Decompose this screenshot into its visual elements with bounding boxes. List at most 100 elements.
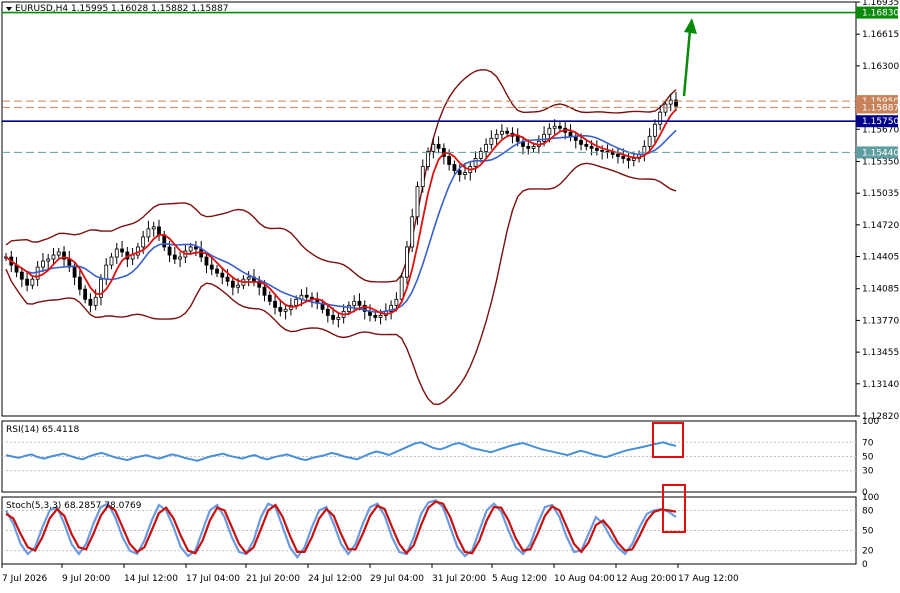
candle-body (51, 254, 56, 260)
stoch-tick-label: 100 (862, 493, 879, 503)
candle-body (357, 300, 362, 306)
candle-body (141, 236, 146, 248)
candle-body (72, 266, 77, 278)
candle-body (262, 286, 267, 296)
candle-body (294, 298, 299, 306)
candle-body (426, 151, 430, 167)
candle-body (500, 130, 504, 135)
candle-body (30, 278, 35, 286)
candle-body (304, 294, 309, 298)
time-tick-label: 5 Aug 12:00 (492, 574, 547, 584)
candle-body (378, 314, 383, 318)
candle-body (162, 234, 167, 248)
candle-body (209, 264, 214, 270)
price-tick-label: 1.14085 (862, 285, 899, 295)
time-tick-label: 31 Jul 20:00 (432, 574, 486, 584)
candle-body (647, 135, 652, 147)
candle-body (568, 131, 573, 137)
chart-window[interactable]: 1.16935 1.16615 1.16300 1.15670 1.15350 1.150… (0, 0, 900, 593)
candle-body (663, 103, 668, 113)
time-tick-label: 9 Jul 20:00 (62, 574, 111, 584)
candle-body (225, 276, 230, 282)
candle-body (267, 294, 272, 302)
candle-body (331, 314, 335, 320)
price-tick-label: 1.15035 (862, 189, 899, 199)
candle-body (114, 248, 119, 258)
candle-body (109, 256, 114, 266)
stoch-tick-label: 80 (862, 506, 874, 516)
candle-body (46, 258, 51, 262)
candle-body (230, 280, 235, 288)
candle-body (172, 254, 177, 260)
candle-body (104, 264, 109, 280)
price-level-label: 1.15750 (862, 117, 899, 127)
main-panel (1, 1, 857, 417)
candle-body (552, 125, 557, 129)
candle-body (146, 228, 151, 238)
candle-body (431, 143, 436, 152)
candle-body (589, 145, 594, 149)
time-tick-label: 29 Jul 04:00 (370, 574, 424, 584)
chart-header: EURUSD,H4 1.15995 1.16028 1.15882 1.1588… (15, 4, 228, 14)
candle-body (420, 166, 425, 188)
candle-body (19, 271, 24, 280)
candle-body (246, 276, 251, 280)
candle-body (25, 278, 30, 286)
candle-body (77, 276, 82, 290)
stoch-tick-label: 0 (862, 560, 868, 570)
rsi-tick-label: 30 (862, 467, 874, 477)
candle-body (616, 154, 620, 157)
time-tick-label: 14 Jul 12:00 (124, 574, 178, 584)
candle-body (325, 308, 330, 316)
candle-body (405, 246, 409, 278)
candle-body (83, 288, 88, 300)
time-tick-label: 12 Aug 20:00 (616, 574, 677, 584)
candle-body (494, 133, 499, 139)
candle-body (452, 164, 457, 171)
price-level-label: 1.15887 (862, 103, 899, 113)
candle-body (93, 296, 98, 306)
price-tick-label: 1.13140 (862, 380, 899, 390)
candle-body (236, 284, 241, 288)
price-tick-label: 1.16300 (862, 62, 899, 72)
candle-body (410, 216, 415, 248)
rsi-tick-label: 100 (862, 417, 879, 427)
candle-body (484, 143, 488, 152)
candle-body (336, 317, 341, 320)
time-tick-label: 7 Jul 2026 (2, 574, 47, 584)
time-tick-label: 24 Jul 12:00 (308, 574, 362, 584)
candle-body (347, 304, 351, 312)
rsi-tick-label: 70 (862, 438, 874, 448)
candle-body (594, 147, 599, 151)
candle-body (652, 123, 657, 137)
candle-body (631, 158, 636, 161)
candle-body (352, 300, 357, 306)
candle-body (463, 172, 467, 175)
candle-body (658, 111, 663, 125)
candle-body (600, 149, 605, 152)
candle-body (415, 186, 420, 218)
candle-body (220, 272, 225, 278)
candle-body (478, 151, 483, 159)
time-tick-label: 17 Jul 04:00 (186, 574, 240, 584)
candle-body (626, 158, 631, 161)
candle-body (283, 308, 288, 312)
candle-body (394, 298, 399, 306)
price-tick-label: 1.13455 (862, 348, 899, 358)
chart-canvas[interactable]: 1.169351.166151.163001.156701.153501.150… (0, 0, 900, 593)
price-level-label: 1.15440 (862, 148, 899, 158)
candle-body (167, 246, 172, 256)
price-level-label: 1.16830 (862, 9, 899, 19)
candle-body (610, 152, 615, 155)
candle-body (157, 226, 161, 236)
candle-body (56, 251, 61, 256)
stoch-tick-label: 20 (862, 547, 874, 557)
candle-body (399, 276, 404, 300)
price-tick-label: 1.14720 (862, 221, 899, 231)
candle-body (178, 256, 182, 260)
candle-body (457, 170, 462, 175)
candle-body (505, 130, 510, 134)
time-tick-label: 21 Jul 20:00 (246, 574, 300, 584)
candle-body (120, 248, 124, 253)
price-tick-label: 1.15350 (862, 157, 899, 167)
